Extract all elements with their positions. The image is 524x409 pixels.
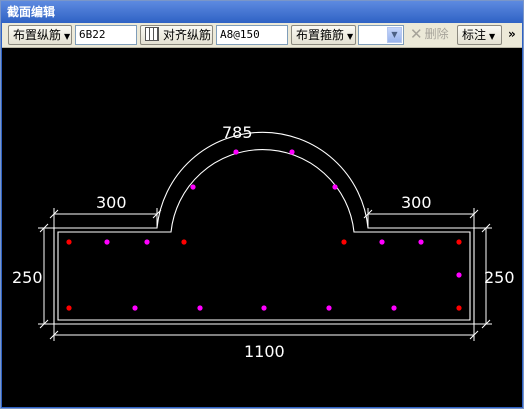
intermediate-rebar-dot[interactable] (456, 272, 462, 278)
stirrup-combo-select[interactable]: ▼ (358, 25, 404, 45)
rebar-points (66, 149, 462, 311)
annotate-button[interactable]: 标注 ▼ (457, 25, 502, 45)
delete-button[interactable]: ✕ 删除 (407, 25, 455, 45)
intermediate-rebar-dot[interactable] (132, 305, 138, 311)
place-stirrup-button[interactable]: 布置箍筋 ▼ (291, 25, 356, 45)
intermediate-rebar-dot[interactable] (326, 305, 332, 311)
dropdown-caret-icon: ▼ (347, 32, 354, 41)
dropdown-caret-icon: ▼ (489, 32, 496, 41)
delete-x-icon: ✕ (410, 25, 423, 43)
intermediate-rebar-dot[interactable] (233, 149, 239, 155)
section-editor-window: 截面编辑 布置纵筋 ▼ 6B22 对齐纵筋 A8@150 布置箍筋 ▼ ▼ ✕ 删除 … (0, 0, 524, 409)
longitudinal-rebar-input[interactable]: 6B22 (75, 25, 137, 45)
place-longitudinal-rebar-label: 布置纵筋 (13, 28, 62, 42)
corner-rebar-dot[interactable] (456, 305, 462, 311)
place-longitudinal-rebar-button[interactable]: 布置纵筋 ▼ (8, 25, 72, 45)
chevron-down-icon[interactable]: ▼ (387, 27, 402, 43)
toolbar: 布置纵筋 ▼ 6B22 对齐纵筋 A8@150 布置箍筋 ▼ ▼ ✕ 删除 标注 ▼ » (2, 23, 522, 48)
intermediate-rebar-dot[interactable] (391, 305, 397, 311)
intermediate-rebar-dot[interactable] (197, 305, 203, 311)
corner-rebar-dot[interactable] (341, 239, 347, 245)
dimension-labels: 785 300 300 250 250 1100 (12, 123, 515, 361)
intermediate-rebar-dot[interactable] (418, 239, 424, 245)
section-drawing: 785 300 300 250 250 1100 (12, 123, 515, 361)
window-title: 截面编辑 (1, 1, 523, 23)
align-rebar-label: 对齐纵筋 (163, 28, 212, 42)
intermediate-rebar-dot[interactable] (261, 305, 267, 311)
intermediate-rebar-dot[interactable] (104, 239, 110, 245)
intermediate-rebar-dot[interactable] (332, 184, 338, 190)
dropdown-caret-icon: ▼ (64, 32, 71, 41)
intermediate-rebar-dot[interactable] (190, 184, 196, 190)
right-height-label: 250 (484, 268, 515, 287)
align-longitudinal-rebar-button[interactable]: 对齐纵筋 (140, 25, 213, 45)
corner-rebar-dot[interactable] (181, 239, 187, 245)
corner-rebar-dot[interactable] (66, 239, 72, 245)
corner-rebar-dot[interactable] (66, 305, 72, 311)
toolbar-overflow-button[interactable]: » (508, 25, 520, 45)
intermediate-rebar-dot[interactable] (289, 149, 295, 155)
stirrup-spec-input[interactable]: A8@150 (216, 25, 288, 45)
annotate-label: 标注 (462, 28, 487, 42)
delete-label: 删除 (424, 27, 449, 41)
align-rebar-icon (145, 27, 159, 41)
bottom-width-label: 1100 (244, 342, 285, 361)
intermediate-rebar-dot[interactable] (379, 239, 385, 245)
arc-length-label: 785 (222, 123, 253, 142)
section-outline (53, 131, 475, 325)
drawing-canvas[interactable]: 785 300 300 250 250 1100 (2, 48, 522, 407)
place-stirrup-label: 布置箍筋 (296, 28, 345, 42)
intermediate-rebar-dot[interactable] (144, 239, 150, 245)
top-left-width-label: 300 (96, 193, 127, 212)
left-height-label: 250 (12, 268, 43, 287)
top-right-width-label: 300 (401, 193, 432, 212)
corner-rebar-dot[interactable] (456, 239, 462, 245)
